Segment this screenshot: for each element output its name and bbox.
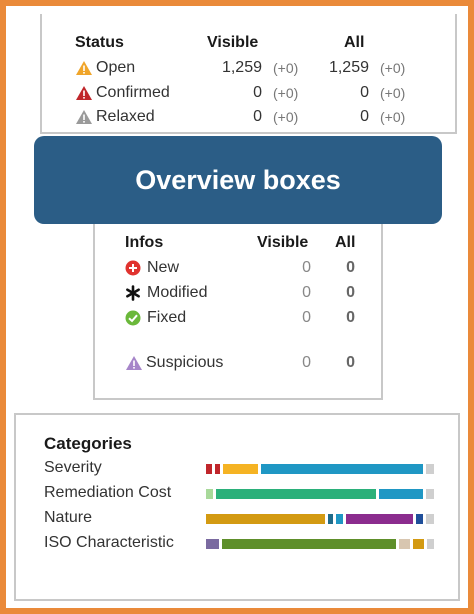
bar-segment[interactable] xyxy=(214,464,220,474)
info-fixed-all: 0 xyxy=(346,309,355,326)
bar-segment[interactable] xyxy=(345,514,414,524)
status-label-relaxed: Relaxed xyxy=(96,108,155,125)
asterisk-icon xyxy=(126,285,140,301)
status-open-visible: 1,259 xyxy=(221,59,262,76)
check-circle-icon xyxy=(125,310,141,326)
infos-overview-box: Infos Visible All New 0 0 Modified 0 0 F… xyxy=(93,224,383,400)
info-label-modified: Modified xyxy=(147,284,208,301)
info-row-fixed[interactable]: Fixed 0 0 xyxy=(95,309,381,331)
category-bar-iso-characteristic[interactable] xyxy=(206,539,434,549)
info-row-new[interactable]: New 0 0 xyxy=(95,259,381,281)
status-row-open[interactable]: Open 1,259 (+0) 1,259 (+0) xyxy=(42,59,455,81)
bar-segment[interactable] xyxy=(427,539,434,549)
info-fixed-visible: 0 xyxy=(302,309,311,326)
info-suspicious-all: 0 xyxy=(346,354,355,371)
warning-triangle-gray-icon xyxy=(76,110,92,124)
bar-segment[interactable] xyxy=(222,464,259,474)
status-header: Status xyxy=(75,34,124,51)
plus-circle-icon xyxy=(125,260,141,276)
category-row-nature[interactable]: Nature xyxy=(44,509,92,527)
status-label-open: Open xyxy=(96,59,136,76)
bar-segment[interactable] xyxy=(206,539,220,549)
info-label-new: New xyxy=(147,259,180,276)
bar-segment[interactable] xyxy=(206,464,212,474)
info-label-suspicious: Suspicious xyxy=(146,354,224,371)
info-modified-all: 0 xyxy=(346,284,355,301)
bar-segment[interactable] xyxy=(335,514,343,524)
categories-overview-box: Categories Severity Remediation Cost Nat… xyxy=(14,413,460,601)
status-confirmed-all-delta: (+0) xyxy=(380,85,406,101)
bar-segment[interactable] xyxy=(426,489,434,499)
category-row-severity[interactable]: Severity xyxy=(44,459,102,477)
status-relaxed-all-delta: (+0) xyxy=(380,109,406,125)
infos-col-all: All xyxy=(335,234,356,251)
status-col-all: All xyxy=(344,34,365,51)
infos-col-visible: Visible xyxy=(257,234,309,251)
bar-segment[interactable] xyxy=(378,489,424,499)
info-label-fixed: Fixed xyxy=(147,309,187,326)
categories-header: Categories xyxy=(44,434,132,453)
status-relaxed-visible: 0 xyxy=(253,108,262,125)
bar-segment[interactable] xyxy=(261,464,424,474)
status-open-all-delta: (+0) xyxy=(380,60,406,76)
category-label-iso-characteristic: ISO Characteristic xyxy=(44,534,174,551)
status-open-visible-delta: (+0) xyxy=(273,60,299,76)
info-new-all: 0 xyxy=(346,259,355,276)
info-row-suspicious[interactable]: Suspicious 0 0 xyxy=(95,354,381,376)
category-row-remediation-cost[interactable]: Remediation Cost xyxy=(44,484,171,502)
info-new-visible: 0 xyxy=(302,259,311,276)
status-confirmed-visible-delta: (+0) xyxy=(273,85,299,101)
bar-segment[interactable] xyxy=(206,514,326,524)
category-bar-nature[interactable] xyxy=(206,514,434,524)
warning-triangle-red-icon xyxy=(76,86,92,100)
status-overview-box: Status Visible All Open 1,259 (+0) 1,259… xyxy=(40,14,457,134)
status-open-all: 1,259 xyxy=(328,59,369,76)
info-row-modified[interactable]: Modified 0 0 xyxy=(95,284,381,306)
category-bar-severity[interactable] xyxy=(206,464,434,474)
status-relaxed-all: 0 xyxy=(360,108,369,125)
status-label-confirmed: Confirmed xyxy=(96,84,170,101)
warning-triangle-orange-icon xyxy=(76,61,92,75)
bar-segment[interactable] xyxy=(426,514,434,524)
status-relaxed-visible-delta: (+0) xyxy=(273,109,299,125)
info-suspicious-visible: 0 xyxy=(302,354,311,371)
status-row-confirmed[interactable]: Confirmed 0 (+0) 0 (+0) xyxy=(42,84,455,106)
status-row-relaxed[interactable]: Relaxed 0 (+0) 0 (+0) xyxy=(42,108,455,130)
category-row-iso-characteristic[interactable]: ISO Characteristic xyxy=(44,534,174,552)
category-label-severity: Severity xyxy=(44,459,102,476)
bar-segment[interactable] xyxy=(328,514,333,524)
status-confirmed-visible: 0 xyxy=(253,84,262,101)
status-col-visible: Visible xyxy=(207,34,259,51)
status-confirmed-all: 0 xyxy=(360,84,369,101)
info-modified-visible: 0 xyxy=(302,284,311,301)
bar-segment[interactable] xyxy=(426,464,434,474)
bar-segment[interactable] xyxy=(416,514,424,524)
bar-segment[interactable] xyxy=(206,489,213,499)
bar-segment[interactable] xyxy=(399,539,411,549)
bar-segment[interactable] xyxy=(215,489,376,499)
warning-triangle-purple-icon xyxy=(126,356,142,370)
overview-boxes-banner: Overview boxes xyxy=(34,136,442,224)
infos-header: Infos xyxy=(125,234,164,251)
bar-segment[interactable] xyxy=(222,539,397,549)
category-label-remediation-cost: Remediation Cost xyxy=(44,484,172,501)
category-label-nature: Nature xyxy=(44,509,93,526)
category-bar-remediation-cost[interactable] xyxy=(206,489,434,499)
banner-text: Overview boxes xyxy=(135,164,341,195)
bar-segment[interactable] xyxy=(413,539,425,549)
